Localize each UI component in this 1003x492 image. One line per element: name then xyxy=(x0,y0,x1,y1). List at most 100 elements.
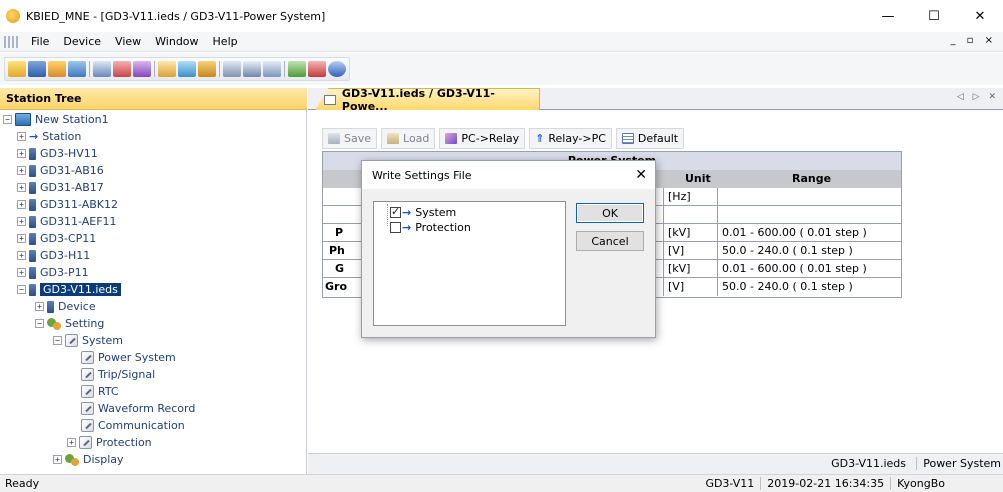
save-button[interactable]: Save xyxy=(322,128,378,149)
export-icon[interactable] xyxy=(288,61,306,77)
tree-node-device[interactable]: + GD31-AB17 xyxy=(17,179,104,196)
tree-node-label: Power System xyxy=(98,351,176,364)
expand-icon[interactable]: + xyxy=(17,183,26,192)
relay-to-pc-button[interactable]: ⇑ Relay->PC xyxy=(529,128,612,149)
device-icon xyxy=(47,300,54,313)
row-range: 50.0 - 240.0 ( 0.1 step ) xyxy=(717,242,903,260)
menu-view[interactable]: View xyxy=(108,35,148,48)
tree-node-protection[interactable]: + Protection xyxy=(67,434,152,451)
tree-node-power-system[interactable]: Power System xyxy=(81,349,176,366)
header-unit: Unit xyxy=(685,172,711,185)
monitor-icon[interactable] xyxy=(178,61,196,77)
device-icon xyxy=(29,249,36,262)
tree-node-setting[interactable]: − Setting xyxy=(35,315,104,332)
tree-node-device[interactable]: + GD311-ABK12 xyxy=(17,196,118,213)
toolbar-separator xyxy=(89,61,90,77)
collapse-icon[interactable]: − xyxy=(53,336,62,345)
record-icon[interactable] xyxy=(198,61,216,77)
collapse-icon[interactable]: − xyxy=(17,285,26,294)
tree-node-label: Protection xyxy=(96,436,152,449)
help-icon[interactable] xyxy=(328,61,346,77)
tree-node-trip-signal[interactable]: Trip/Signal xyxy=(81,366,155,383)
document-status-strip: GD3-V11.ieds Power System xyxy=(308,453,1003,474)
tree-node-display[interactable]: + Display xyxy=(53,451,124,468)
header-range: Range xyxy=(792,172,832,185)
expand-icon[interactable]: + xyxy=(17,234,26,243)
protection-checkbox[interactable] xyxy=(390,221,401,233)
save-icon[interactable] xyxy=(28,61,46,77)
status-ready: Ready xyxy=(5,477,40,490)
save-label: Save xyxy=(344,132,372,145)
folder-icon xyxy=(387,133,400,144)
open-folder-icon[interactable] xyxy=(8,61,26,77)
status-file-name: GD3-V11.ieds xyxy=(831,457,917,470)
tree-node-selected[interactable]: − GD3-V11.ieds xyxy=(17,281,121,298)
tile-icon[interactable] xyxy=(263,61,281,77)
tree-node-device[interactable]: + GD311-AEF11 xyxy=(17,213,117,230)
tree-node-device[interactable]: + GD3-H11 xyxy=(17,247,90,264)
expand-icon[interactable]: + xyxy=(17,132,26,141)
toolbar-strip xyxy=(4,57,350,81)
chart-icon[interactable] xyxy=(243,61,261,77)
tree-node-device[interactable]: + GD31-AB16 xyxy=(17,162,104,179)
close-button[interactable]: ✕ xyxy=(957,0,1003,32)
expand-icon[interactable]: + xyxy=(17,166,26,175)
tree-node-device[interactable]: + GD3-HV11 xyxy=(17,145,98,162)
expand-icon[interactable]: + xyxy=(35,302,44,311)
expand-icon[interactable]: + xyxy=(17,217,26,226)
expand-icon[interactable]: + xyxy=(17,149,26,158)
expand-icon[interactable]: + xyxy=(67,438,76,447)
new-station-icon[interactable] xyxy=(48,61,66,77)
window-icon[interactable] xyxy=(223,61,241,77)
tree-node-label: Display xyxy=(83,453,124,466)
tab-label: GD3-V11.ieds / GD3-V11-Powe... xyxy=(341,86,495,113)
default-button[interactable]: Default xyxy=(615,128,685,149)
tree-node-device-info[interactable]: + Device xyxy=(35,298,96,315)
cancel-button[interactable]: Cancel xyxy=(576,231,644,251)
tree-node-communication[interactable]: Communication xyxy=(81,417,185,434)
tree-node-station[interactable]: + → Station xyxy=(17,128,81,145)
device-icon xyxy=(29,232,36,245)
device-list-icon[interactable] xyxy=(93,61,111,77)
system-checkbox[interactable] xyxy=(390,205,401,218)
status-info: GD3-V11 2019-02-21 16:34:35 KyongBo xyxy=(699,477,951,490)
delete-icon[interactable] xyxy=(308,61,326,77)
app-window: KBIED_MNE - [GD3-V11.ieds / GD3-V11-Powe… xyxy=(0,0,1003,492)
maximize-button[interactable]: ☐ xyxy=(911,0,957,32)
row-range xyxy=(717,206,903,224)
row-range xyxy=(717,188,903,206)
collapse-icon[interactable]: − xyxy=(35,319,44,328)
tree-node-root[interactable]: − New Station1 xyxy=(3,111,109,128)
network-icon[interactable] xyxy=(68,61,86,77)
menu-help[interactable]: Help xyxy=(206,35,245,48)
menu-device[interactable]: Device xyxy=(56,35,108,48)
settings-icon[interactable] xyxy=(133,61,151,77)
ok-button[interactable]: OK xyxy=(576,203,644,223)
tree-node-label: Trip/Signal xyxy=(98,368,156,381)
pc-to-relay-button[interactable]: PC->Relay xyxy=(439,128,526,149)
tree-node-system[interactable]: − System xyxy=(53,332,123,349)
tab-power-system[interactable]: GD3-V11.ieds / GD3-V11-Powe... xyxy=(315,88,540,110)
collapse-icon[interactable]: − xyxy=(3,115,12,124)
menu-file[interactable]: File xyxy=(24,35,56,48)
dialog-item-system[interactable]: → System xyxy=(390,205,456,219)
edit-icon[interactable] xyxy=(158,61,176,77)
dialog-close-button[interactable]: ✕ xyxy=(635,167,647,183)
connect-icon[interactable] xyxy=(113,61,131,77)
dialog-item-protection[interactable]: → Protection xyxy=(390,220,471,234)
load-button[interactable]: Load xyxy=(381,128,436,149)
minimize-button[interactable]: — xyxy=(865,0,911,32)
mdi-controls[interactable]: _ ▫ × xyxy=(950,35,997,46)
expand-icon[interactable]: + xyxy=(17,268,26,277)
tree-node-rtc[interactable]: RTC xyxy=(81,383,119,400)
tree-node-label: Communication xyxy=(98,419,185,432)
device-icon xyxy=(29,266,36,279)
tree-node-waveform-record[interactable]: Waveform Record xyxy=(81,400,195,417)
tree-node-device[interactable]: + GD3-P11 xyxy=(17,264,89,281)
tree-node-device[interactable]: + GD3-CP11 xyxy=(17,230,96,247)
expand-icon[interactable]: + xyxy=(53,455,62,464)
expand-icon[interactable]: + xyxy=(17,200,26,209)
expand-icon[interactable]: + xyxy=(17,251,26,260)
tab-navigation[interactable]: ◁ ▷ ✕ xyxy=(957,92,999,102)
menu-window[interactable]: Window xyxy=(148,35,205,48)
